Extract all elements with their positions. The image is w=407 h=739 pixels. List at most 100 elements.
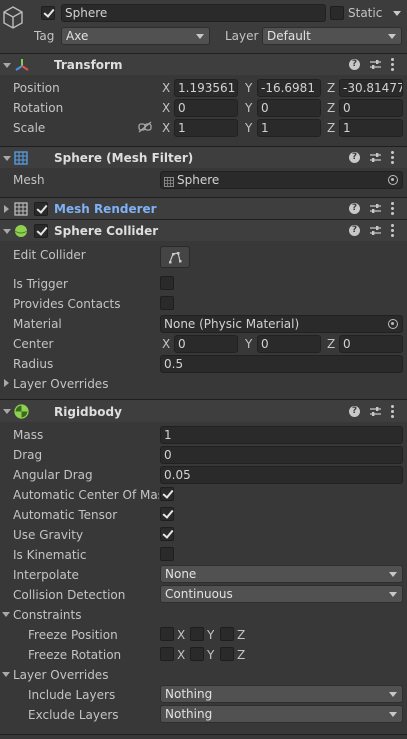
active-toggle[interactable] [41, 6, 55, 20]
foldout-open-icon[interactable] [3, 409, 11, 414]
axis-z-label: Z [327, 121, 336, 135]
kebab-menu-icon[interactable] [391, 405, 395, 418]
include-layers-dropdown[interactable]: Nothing [160, 685, 403, 703]
sliders-icon[interactable] [369, 405, 382, 418]
sliders-icon[interactable] [369, 58, 382, 71]
rigidbody-layer-overrides-label[interactable]: Layer Overrides [13, 668, 108, 682]
tag-label: Tag [34, 29, 55, 43]
freeze-rotation-y-checkbox[interactable] [190, 647, 204, 661]
foldout-closed-icon[interactable] [4, 379, 9, 387]
freeze-rotation-x-checkbox[interactable] [160, 647, 174, 661]
scale-y-field[interactable]: 1 [257, 119, 321, 137]
sphere-collider-enabled-toggle[interactable] [34, 224, 48, 238]
foldout-open-icon[interactable] [2, 672, 10, 677]
auto-tensor-checkbox[interactable] [160, 507, 174, 521]
center-z-field[interactable]: 0 [339, 335, 403, 353]
mass-field[interactable]: 1 [160, 426, 403, 444]
include-layers-label: Include Layers [28, 688, 116, 702]
radius-label: Radius [13, 357, 54, 371]
edit-collider-button[interactable] [160, 246, 190, 268]
cube-outline-icon [2, 5, 24, 31]
help-icon[interactable]: ? [349, 152, 360, 163]
angular-drag-field[interactable]: 0.05 [160, 466, 403, 484]
position-y-field[interactable]: -16.6981 [257, 79, 321, 97]
foldout-open-icon[interactable] [3, 229, 11, 234]
foldout-open-icon[interactable] [3, 63, 11, 68]
position-x-field[interactable]: 1.193561 [174, 79, 238, 97]
collider-layer-overrides-label[interactable]: Layer Overrides [13, 377, 108, 391]
center-y-field[interactable]: 0 [257, 335, 321, 353]
chevron-down-icon [388, 34, 396, 39]
center-label: Center [13, 337, 54, 351]
rigidbody-header[interactable]: Rigidbody ? [0, 399, 407, 422]
is-trigger-checkbox[interactable] [160, 276, 174, 290]
unlinked-chain-icon[interactable] [138, 121, 152, 133]
help-icon[interactable]: ? [349, 203, 360, 214]
scale-x-field[interactable]: 1 [174, 119, 238, 137]
freeze-position-z-checkbox[interactable] [220, 627, 234, 641]
mesh-renderer-title[interactable]: Mesh Renderer [54, 202, 157, 216]
axis-x-label: X [162, 101, 171, 115]
kebab-menu-icon[interactable] [391, 202, 395, 215]
collision-detection-label: Collision Detection [13, 588, 126, 602]
provides-contacts-checkbox[interactable] [160, 296, 174, 310]
help-icon[interactable]: ? [349, 406, 360, 417]
rotation-y-field[interactable]: 0 [257, 99, 321, 117]
chevron-down-icon [389, 712, 397, 717]
kebab-menu-icon[interactable] [391, 151, 395, 164]
mesh-filter-header[interactable]: Sphere (Mesh Filter) ? [0, 146, 407, 168]
mesh-object-field[interactable]: Sphere [160, 171, 403, 189]
object-picker-icon[interactable] [388, 319, 398, 329]
radius-field[interactable]: 0.5 [160, 355, 403, 373]
interpolate-value: None [165, 567, 197, 581]
transform-axes-icon [14, 57, 30, 73]
sliders-icon[interactable] [369, 224, 382, 237]
axis-x-label: X [177, 648, 186, 662]
exclude-layers-dropdown[interactable]: Nothing [160, 705, 403, 723]
constraints-label[interactable]: Constraints [13, 608, 81, 622]
collision-detection-dropdown[interactable]: Continuous [160, 585, 403, 603]
mesh-renderer-header[interactable]: Mesh Renderer ? [0, 197, 407, 219]
drag-field[interactable]: 0 [160, 446, 403, 464]
scale-z-field[interactable]: 1 [339, 119, 403, 137]
material-value: None (Physic Material) [164, 317, 300, 331]
rotation-x-field[interactable]: 0 [174, 99, 238, 117]
rotation-z-field[interactable]: 0 [339, 99, 403, 117]
axis-z-label: Z [237, 628, 246, 642]
kebab-menu-icon[interactable] [391, 224, 395, 237]
foldout-open-icon[interactable] [3, 156, 11, 161]
transform-header[interactable]: Transform ? [0, 53, 407, 75]
freeze-position-x-checkbox[interactable] [160, 627, 174, 641]
material-object-field[interactable]: None (Physic Material) [160, 315, 403, 333]
tag-dropdown[interactable]: Axe [61, 27, 210, 45]
sliders-icon[interactable] [369, 151, 382, 164]
use-gravity-checkbox[interactable] [160, 527, 174, 541]
layer-dropdown[interactable]: Default [262, 27, 402, 45]
position-z-field[interactable]: -30.81477 [339, 79, 403, 97]
rotation-label: Rotation [13, 101, 64, 115]
foldout-open-icon[interactable] [2, 612, 10, 617]
axis-x-label: X [162, 337, 171, 351]
center-x-field[interactable]: 0 [174, 335, 238, 353]
kebab-menu-icon[interactable] [391, 58, 395, 71]
freeze-rotation-z-checkbox[interactable] [220, 647, 234, 661]
is-kinematic-label: Is Kinematic [13, 548, 87, 562]
is-kinematic-checkbox[interactable] [160, 547, 174, 561]
freeze-position-y-checkbox[interactable] [190, 627, 204, 641]
interpolate-dropdown[interactable]: None [160, 565, 403, 583]
mesh-renderer-enabled-toggle[interactable] [34, 202, 48, 216]
object-picker-icon[interactable] [388, 175, 398, 185]
sliders-icon[interactable] [369, 202, 382, 215]
auto-center-of-mass-checkbox[interactable] [160, 487, 174, 501]
foldout-closed-icon[interactable] [4, 205, 9, 213]
use-gravity-label: Use Gravity [13, 528, 84, 542]
freeze-position-label: Freeze Position [28, 628, 118, 642]
axis-z-label: Z [327, 81, 336, 95]
help-icon[interactable]: ? [349, 59, 360, 70]
help-icon[interactable]: ? [349, 225, 360, 236]
static-checkbox[interactable] [330, 6, 344, 20]
object-name-field[interactable]: Sphere [61, 4, 326, 22]
static-dropdown-icon[interactable] [393, 11, 401, 16]
position-label: Position [13, 81, 60, 95]
sphere-collider-header[interactable]: Sphere Collider ? [0, 219, 407, 241]
